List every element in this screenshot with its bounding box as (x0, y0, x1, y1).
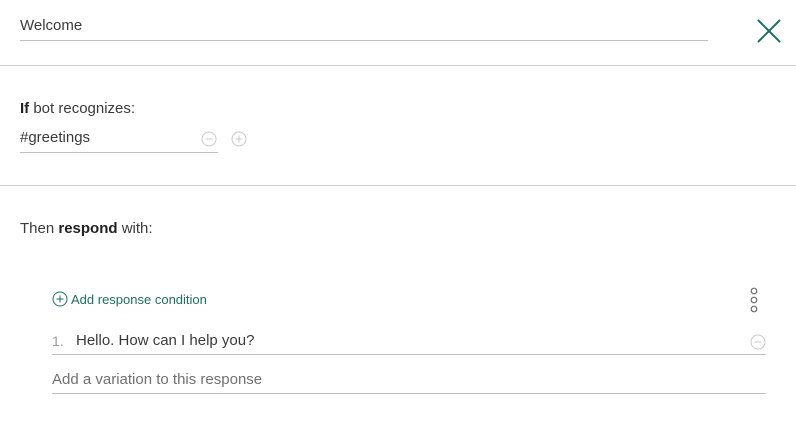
condition-field[interactable]: #greetings (20, 128, 218, 153)
add-variation-placeholder[interactable]: Add a variation to this response (52, 371, 262, 388)
node-name-field[interactable]: Welcome (20, 14, 708, 41)
plus-circle-icon[interactable] (231, 131, 247, 147)
minus-circle-icon[interactable] (201, 131, 217, 147)
add-variation-input[interactable]: Add a variation to this response (52, 368, 766, 394)
node-header: Welcome (0, 0, 796, 66)
condition-value[interactable]: #greetings (20, 129, 90, 146)
minus-circle-icon[interactable] (750, 334, 766, 350)
then-keyword: respond (58, 220, 118, 237)
node-name-value[interactable]: Welcome (20, 17, 82, 34)
plus-circle-icon (52, 291, 68, 307)
if-label: If bot recognizes: (20, 100, 135, 117)
response-item[interactable]: 1. Hello. How can I help you? (52, 330, 766, 355)
condition-section: If bot recognizes: #greetings (0, 66, 796, 186)
then-label: Then respond with: (20, 220, 153, 237)
vertical-dots-icon[interactable] (748, 287, 760, 313)
close-icon[interactable] (754, 16, 784, 46)
add-response-condition-label: Add response condition (71, 291, 207, 307)
if-keyword: If (20, 100, 30, 117)
response-number: 1. (52, 333, 64, 349)
then-pre: Then (20, 220, 59, 237)
if-label-rest: bot recognizes: (29, 100, 136, 117)
response-text[interactable]: Hello. How can I help you? (76, 332, 254, 349)
add-response-condition-button[interactable]: Add response condition (52, 290, 207, 308)
then-post: with: (117, 220, 153, 237)
